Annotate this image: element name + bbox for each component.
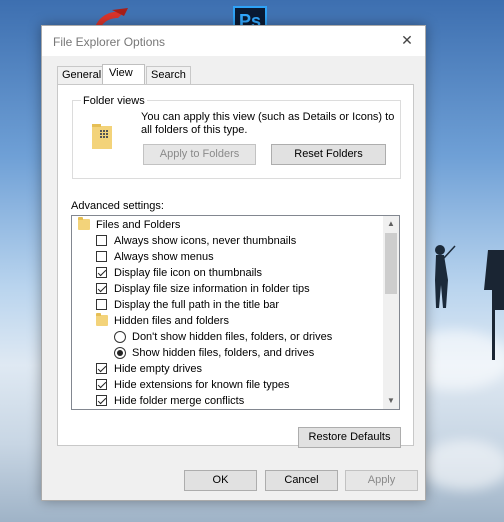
- settings-item-label: Hide empty drives: [114, 363, 203, 375]
- checkbox[interactable]: [96, 235, 107, 246]
- settings-item-label: Files and Folders: [96, 219, 181, 231]
- scroll-up-icon[interactable]: ▲: [383, 216, 399, 232]
- tab-view[interactable]: View: [102, 64, 145, 85]
- settings-option-row[interactable]: Always show menus: [72, 249, 382, 265]
- settings-category-row: Hidden files and folders: [72, 313, 382, 329]
- scroll-down-icon[interactable]: ▼: [383, 393, 399, 409]
- tab-label: Search: [151, 69, 186, 81]
- tab-general[interactable]: General: [57, 66, 107, 84]
- settings-item-label: Always show menus: [114, 251, 214, 263]
- title-bar[interactable]: File Explorer Options ✕: [42, 26, 425, 56]
- dialog-title: File Explorer Options: [53, 35, 166, 49]
- radio-button[interactable]: [114, 331, 126, 343]
- advanced-settings-list[interactable]: Files and Folders Always show icons, neve…: [71, 215, 400, 410]
- cancel-button[interactable]: Cancel: [265, 470, 338, 491]
- settings-option-row[interactable]: Display file size information in folder …: [72, 281, 382, 297]
- settings-item-label: Display file size information in folder …: [114, 283, 310, 295]
- ok-button[interactable]: OK: [184, 470, 257, 491]
- checkbox[interactable]: [96, 267, 107, 278]
- checkbox[interactable]: [96, 283, 107, 294]
- folder-icon: [78, 217, 90, 230]
- settings-option-row[interactable]: Don't show hidden files, folders, or dri…: [72, 329, 382, 345]
- checkbox[interactable]: [96, 395, 107, 406]
- settings-item-label: Don't show hidden files, folders, or dri…: [132, 331, 333, 343]
- checkbox[interactable]: [96, 379, 107, 390]
- settings-item-label: Show hidden files, folders, and drives: [132, 347, 315, 359]
- vertical-scrollbar[interactable]: ▲ ▼: [383, 216, 399, 409]
- checkbox[interactable]: [96, 299, 107, 310]
- folder-views-icon: [92, 124, 112, 149]
- folder-icon: [96, 313, 108, 326]
- tab-label: General: [62, 69, 102, 81]
- advanced-settings-label: Advanced settings:: [71, 200, 164, 212]
- checkbox[interactable]: [96, 363, 107, 374]
- settings-item-label: Always show icons, never thumbnails: [114, 235, 297, 247]
- cloud-decoration: [420, 440, 504, 490]
- settings-option-row[interactable]: Display file icon on thumbnails: [72, 265, 382, 281]
- piano-silhouette-icon: [484, 250, 504, 360]
- settings-option-row[interactable]: Hide extensions for known file types: [72, 377, 382, 393]
- view-tab-panel: Folder views You can apply this view (su…: [57, 84, 414, 448]
- settings-category-row: Files and Folders: [72, 217, 382, 233]
- file-explorer-options-dialog: File Explorer Options ✕ General View Sea…: [41, 25, 426, 501]
- restore-defaults-button[interactable]: Restore Defaults: [298, 427, 401, 448]
- settings-option-row[interactable]: Always show icons, never thumbnails: [72, 233, 382, 249]
- settings-item-label: Hide folder merge conflicts: [114, 395, 245, 407]
- folder-views-group: Folder views You can apply this view (su…: [72, 95, 401, 179]
- settings-option-row[interactable]: Hide folder merge conflicts: [72, 393, 382, 409]
- settings-option-row[interactable]: Hide empty drives: [72, 361, 382, 377]
- checkbox[interactable]: [96, 251, 107, 262]
- apply-button[interactable]: Apply: [345, 470, 418, 491]
- tab-label: View: [109, 67, 133, 79]
- settings-option-row[interactable]: Show hidden files, folders, and drives: [72, 345, 382, 361]
- tab-search[interactable]: Search: [146, 66, 191, 84]
- close-icon[interactable]: ✕: [399, 32, 415, 48]
- settings-item-label: Hide extensions for known file types: [114, 379, 290, 391]
- violinist-silhouette-icon: [435, 245, 456, 308]
- settings-option-row[interactable]: Display the full path in the title bar: [72, 297, 382, 313]
- apply-to-folders-button[interactable]: Apply to Folders: [143, 144, 256, 165]
- settings-item-label: Display file icon on thumbnails: [114, 267, 262, 279]
- folder-views-label: Folder views: [81, 95, 147, 107]
- reset-folders-button[interactable]: Reset Folders: [271, 144, 386, 165]
- folder-views-description: You can apply this view (such as Details…: [141, 111, 395, 136]
- settings-item-label: Display the full path in the title bar: [114, 299, 280, 311]
- radio-button[interactable]: [114, 347, 126, 359]
- settings-item-label: Hidden files and folders: [114, 315, 229, 327]
- scrollbar-thumb[interactable]: [385, 233, 397, 294]
